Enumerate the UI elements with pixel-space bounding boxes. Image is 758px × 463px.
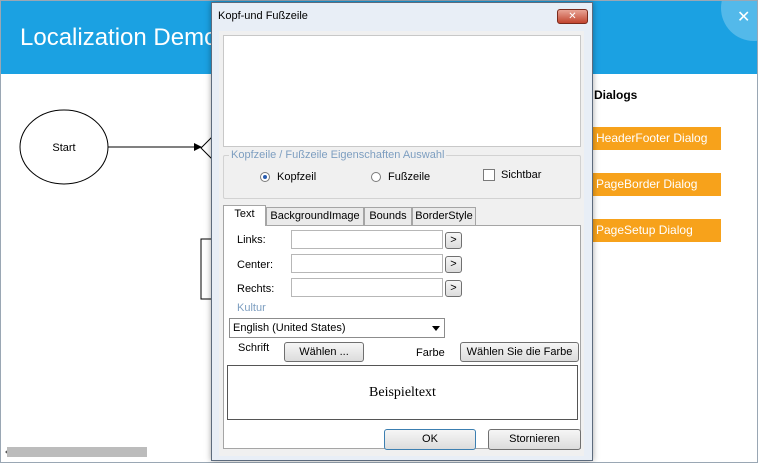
center-label: Center:	[237, 259, 274, 271]
close-icon: ✕	[568, 11, 577, 22]
chevron-down-icon	[432, 326, 440, 331]
pageborder-dialog-button[interactable]: PageBorder Dialog	[589, 173, 721, 196]
headerfooter-dialog-button[interactable]: HeaderFooter Dialog	[589, 127, 721, 150]
dialog-close-button[interactable]: ✕	[557, 9, 588, 24]
center-input[interactable]	[291, 254, 443, 273]
left-label: Links:	[237, 234, 266, 246]
dialog-body: Kopfzeile / Fußzeile Eigenschaften Auswa…	[219, 31, 584, 456]
sample-text-preview: Beispieltext	[227, 365, 578, 420]
tab-backgroundimage[interactable]: BackgroundImage	[266, 207, 364, 225]
font-label: Schrift	[238, 342, 270, 354]
left-input[interactable]	[291, 230, 443, 249]
header-footer-dialog: Kopf-und Fußzeile ✕ Kopfzeile / Fußzeile…	[211, 2, 593, 461]
culture-select-value: English (United States)	[233, 322, 346, 334]
choose-color-button[interactable]: Wählen Sie die Farbe	[460, 342, 579, 362]
tab-borderstyle[interactable]: BorderStyle	[412, 207, 476, 225]
horizontal-scrollbar-thumb[interactable]	[7, 447, 147, 457]
tab-text[interactable]: Text	[223, 205, 266, 226]
footer-radio[interactable]	[371, 172, 381, 182]
center-insert-button[interactable]: >	[445, 256, 462, 273]
visible-checkbox-label: Sichtbar	[501, 169, 542, 181]
dialogs-panel-title: Dialogs	[594, 88, 638, 102]
preview-area	[223, 35, 581, 147]
visible-checkbox[interactable]	[483, 169, 495, 181]
close-icon[interactable]: ✕	[737, 7, 750, 27]
right-input[interactable]	[291, 278, 443, 297]
app-title: Localization Demo	[20, 24, 218, 51]
tab-bounds[interactable]: Bounds	[364, 207, 412, 225]
ok-button[interactable]: OK	[384, 429, 476, 450]
dialog-title: Kopf-und Fußzeile	[218, 10, 308, 22]
connector-arrowhead	[194, 143, 202, 151]
choose-font-button[interactable]: Wählen ...	[284, 342, 364, 362]
culture-select[interactable]: English (United States)	[229, 318, 445, 338]
left-insert-button[interactable]: >	[445, 232, 462, 249]
culture-label: Kultur	[237, 302, 266, 314]
color-label: Farbe	[416, 347, 445, 359]
header-radio-label: Kopfzeil	[277, 171, 317, 183]
footer-radio-label: Fußzeile	[388, 171, 431, 183]
start-node-label: Start	[52, 142, 75, 154]
header-radio[interactable]	[260, 172, 270, 182]
groupbox-legend: Kopfzeile / Fußzeile Eigenschaften Auswa…	[229, 149, 447, 161]
text-tab-panel: Links: > Center: > Rechts: > Kultur Engl…	[223, 225, 581, 449]
cancel-button[interactable]: Stornieren	[488, 429, 581, 450]
pagesetup-dialog-button[interactable]: PageSetup Dialog	[589, 219, 721, 242]
right-insert-button[interactable]: >	[445, 280, 462, 297]
right-label: Rechts:	[237, 283, 275, 295]
